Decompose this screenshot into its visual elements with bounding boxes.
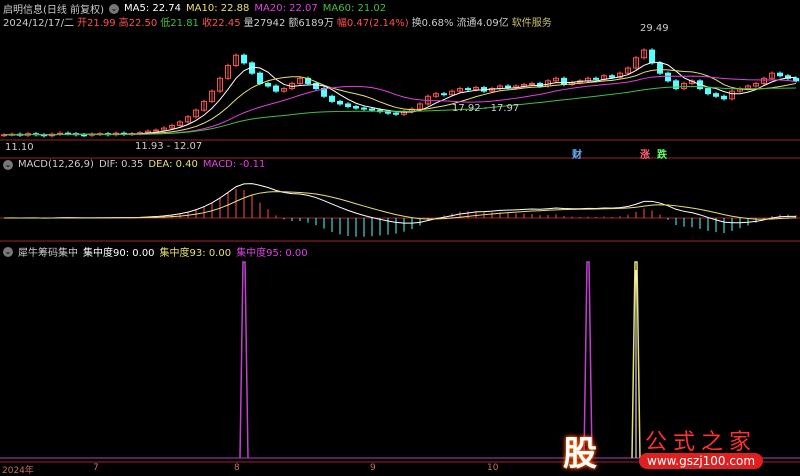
- conc95-value: 集中度95: 0.00: [236, 248, 308, 259]
- macd-title: MACD(12,26,9): [18, 159, 94, 170]
- candle: [721, 95, 727, 100]
- conc93-value: 集中度93: 0.00: [159, 248, 232, 259]
- candle: [265, 82, 271, 87]
- candle: [777, 72, 783, 77]
- axis-label-sep: 9: [370, 463, 376, 473]
- axis-label-oct: 10: [487, 463, 499, 473]
- axis-label-aug: 8: [234, 463, 240, 473]
- macd-value: MACD: -0.11: [202, 159, 266, 170]
- axis-label-jul: 7: [93, 463, 99, 473]
- chevron-down-icon[interactable]: ⌄: [3, 159, 13, 170]
- candle: [361, 107, 367, 110]
- dea-value: DEA: 0.40: [148, 159, 198, 170]
- candle: [649, 49, 655, 64]
- candle: [609, 75, 615, 78]
- candle: [345, 103, 351, 108]
- logo-name: 公式之家: [645, 430, 758, 455]
- candle: [441, 93, 447, 96]
- watermark-logo: 股 公式之家 www.gszj100.com: [555, 424, 800, 474]
- axis-label-year: 2024年: [2, 466, 34, 476]
- dif-value: DIF: 0.35: [98, 159, 144, 170]
- chart-canvas[interactable]: [0, 0, 800, 474]
- conc90-value: 集中度90: 0.00: [83, 248, 155, 259]
- conc-header: ⌄ 犀牛筹码集中 集中度90: 0.00 集中度93: 0.00 集中度95: …: [3, 244, 308, 259]
- candle: [593, 77, 599, 80]
- candle: [241, 54, 247, 64]
- candle: [705, 88, 711, 95]
- candle: [657, 62, 663, 74]
- candle: [665, 72, 671, 82]
- logo-char: 股: [563, 434, 597, 474]
- candle: [713, 93, 719, 97]
- finance-marker[interactable]: 财: [572, 146, 582, 161]
- conc-title: 犀牛筹码集中: [18, 248, 78, 259]
- candle: [561, 77, 567, 85]
- candle: [465, 88, 471, 91]
- dif-line: [3, 183, 797, 224]
- ma5-line: [3, 61, 797, 136]
- min-left-label: 11.10: [5, 142, 34, 153]
- candle: [505, 85, 511, 89]
- chevron-down-icon[interactable]: ⌄: [3, 246, 13, 257]
- candle: [393, 112, 399, 115]
- ma10-line: [3, 69, 797, 136]
- candle: [329, 95, 335, 102]
- candle: [257, 72, 263, 84]
- candle: [369, 108, 375, 111]
- limit-up-marker[interactable]: 涨: [640, 146, 650, 161]
- limit-down-marker[interactable]: 跌: [657, 146, 667, 161]
- candle: [793, 77, 799, 82]
- macd-header: ⌄ MACD(12,26,9) DIF: 0.35 DEA: 0.40 MACD…: [3, 159, 265, 170]
- logo-url: www.gszj100.com: [639, 453, 764, 469]
- dea-line: [3, 191, 797, 220]
- conc-spike: [239, 261, 249, 459]
- candle: [353, 106, 359, 109]
- low-right-label: 17.92 - 17.97: [452, 103, 520, 114]
- low-mid-label: 11.93 - 12.07: [135, 141, 203, 152]
- ma60-line: [3, 85, 797, 136]
- candle: [385, 111, 391, 114]
- candle: [273, 85, 279, 92]
- max-label: 29.49: [640, 23, 669, 34]
- candle: [337, 100, 343, 105]
